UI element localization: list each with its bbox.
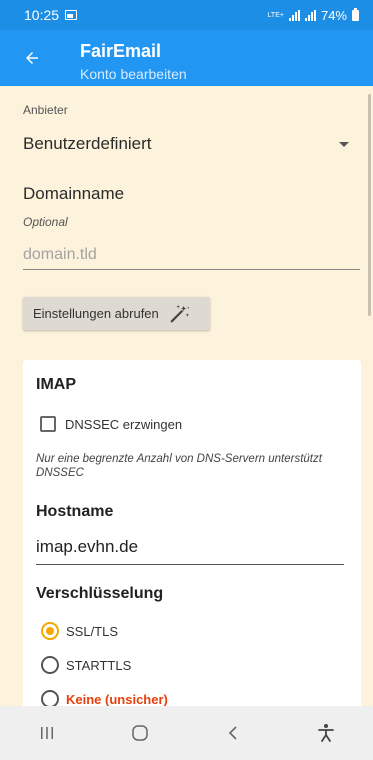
status-right: LTE+ 74% <box>267 7 359 23</box>
hostname-label: Hostname <box>36 503 114 520</box>
magic-wand-icon <box>170 304 189 322</box>
fetch-settings-button[interactable]: Einstellungen abrufen <box>23 297 210 330</box>
accessibility-icon <box>318 724 335 742</box>
recents-icon <box>40 727 53 739</box>
imap-title: IMAP <box>36 376 76 393</box>
radio-ssl-tls[interactable]: SSL/TLS <box>41 622 118 640</box>
app-bar: FairEmail Konto bearbeiten <box>0 30 373 86</box>
nav-accessibility-button[interactable] <box>296 706 356 760</box>
radio-label-none: Keine (unsicher) <box>66 691 168 707</box>
provider-select[interactable]: Benutzerdefiniert <box>23 134 152 154</box>
network-type: LTE+ <box>267 11 284 19</box>
nav-home-button[interactable] <box>110 706 170 760</box>
back-icon <box>228 726 237 740</box>
app-title: FairEmail <box>80 41 162 61</box>
dnssec-note: Nur eine begrenzte Anzahl von DNS-Server… <box>36 453 322 479</box>
account-edit-form[interactable]: Anbieter Benutzerdefiniert Domainname Op… <box>0 86 373 706</box>
radio-starttls[interactable]: STARTTLS <box>41 656 131 674</box>
radio-label-ssl-tls: SSL/TLS <box>66 623 119 639</box>
fetch-settings-label: Einstellungen abrufen <box>33 306 159 321</box>
dnssec-checkbox[interactable] <box>40 416 56 432</box>
scrollbar[interactable] <box>368 94 371 316</box>
signal-icon <box>288 9 300 21</box>
radio-none[interactable]: Keine (unsicher) <box>41 690 168 706</box>
battery-icon <box>352 7 359 21</box>
arrow-left-icon <box>26 52 38 64</box>
domain-hint: Optional <box>23 215 68 229</box>
app-subtitle: Konto bearbeiten <box>80 66 187 82</box>
home-icon <box>132 725 148 741</box>
signal-icon-2 <box>304 9 316 21</box>
provider-label: Anbieter <box>23 103 68 117</box>
image-notification-icon <box>65 10 78 20</box>
radio-button[interactable] <box>41 656 59 674</box>
dnssec-label: DNSSEC erzwingen <box>65 416 183 432</box>
system-nav-bar <box>0 706 373 760</box>
status-bar: 10:25 LTE+ 74% <box>0 0 373 30</box>
domain-label: Domainname <box>23 184 125 203</box>
radio-button[interactable] <box>41 690 59 706</box>
imap-card: IMAP DNSSEC erzwingen Nur eine begrenzte… <box>23 360 361 706</box>
radio-button-selected[interactable] <box>41 622 59 640</box>
battery-percent: 74% <box>320 7 347 23</box>
radio-label-starttls: STARTTLS <box>66 657 132 673</box>
dnssec-checkbox-row[interactable]: DNSSEC erzwingen <box>40 416 182 432</box>
back-button[interactable] <box>20 46 44 70</box>
nav-recents-button[interactable] <box>17 706 77 760</box>
encryption-label: Verschlüsselung <box>36 585 164 602</box>
domain-input[interactable] <box>23 240 360 270</box>
dropdown-arrow-icon[interactable] <box>339 142 349 147</box>
status-left: 10:25 <box>24 7 78 23</box>
status-time: 10:25 <box>24 7 60 23</box>
nav-back-button[interactable] <box>203 706 263 760</box>
hostname-input[interactable]: imap.evhn.de <box>36 537 344 565</box>
